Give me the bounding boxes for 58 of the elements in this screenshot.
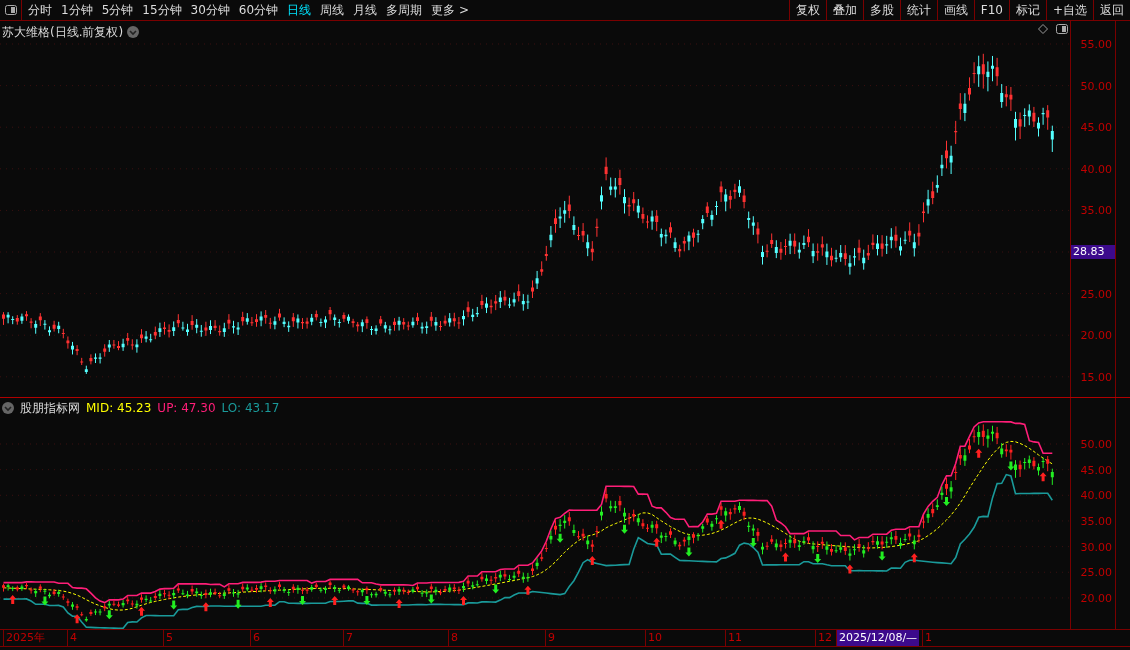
period-tab[interactable]: 月线 <box>353 1 378 19</box>
price-tag: 28.83 <box>1071 245 1115 259</box>
axis-label: 30.00 <box>1080 539 1112 556</box>
period-tab[interactable]: 1分钟 <box>61 1 93 19</box>
period-tab[interactable]: 60分钟 <box>238 1 279 19</box>
axis-label: 55.00 <box>1080 37 1112 53</box>
date-label: 8 <box>448 630 460 646</box>
date-label: 1 <box>922 630 934 646</box>
period-tab[interactable]: 多周期 <box>386 1 423 19</box>
axis-label: 15.00 <box>1080 369 1112 386</box>
toolbar-button[interactable]: 画线 <box>936 0 974 20</box>
axis-label: 25.00 <box>1080 565 1112 582</box>
period-tab[interactable]: 15分钟 <box>142 1 182 19</box>
axis-label: 50.00 <box>1080 437 1112 453</box>
axis-label: 40.00 <box>1080 161 1112 178</box>
period-tab[interactable]: 30分钟 <box>190 1 230 19</box>
period-tab[interactable]: 周线 <box>320 1 345 19</box>
date-label: 12 <box>815 630 834 646</box>
toolbar-button[interactable]: +自选 <box>1045 0 1093 20</box>
toolbar-button[interactable]: 多股 <box>862 0 900 20</box>
legend-value: LO: 43.17 <box>221 400 280 417</box>
diamond-icon[interactable] <box>1038 24 1048 34</box>
dropdown-icon[interactable] <box>2 402 14 414</box>
panel-toggle-icon[interactable] <box>4 5 17 15</box>
date-label: 11 <box>725 630 744 646</box>
legend-value: MID: 45.23 <box>86 400 152 417</box>
indicator-name: 股朋指标网 <box>20 400 80 417</box>
date-label: 9 <box>545 630 557 646</box>
legend-value: UP: 47.30 <box>157 400 216 417</box>
period-tab[interactable]: 日线 <box>287 1 312 19</box>
date-label: 4 <box>67 630 79 646</box>
toolbar-button[interactable]: 复权 <box>788 0 826 20</box>
axis-label: 20.00 <box>1080 590 1112 607</box>
toolbar-button[interactable]: 统计 <box>899 0 937 20</box>
axis-label: 40.00 <box>1080 488 1112 505</box>
axis-label: 50.00 <box>1080 78 1112 95</box>
date-label: 2025/12/08/— <box>836 630 920 646</box>
date-label: 2025年 <box>3 630 47 646</box>
toolbar-button[interactable]: 返回 <box>1093 0 1130 20</box>
more-button[interactable]: 更多 > <box>431 1 469 19</box>
axis-label: 35.00 <box>1080 513 1112 530</box>
axis-label: 45.00 <box>1080 462 1112 479</box>
date-label: 6 <box>250 630 262 646</box>
period-tab[interactable]: 分时 <box>28 1 52 19</box>
date-label: 5 <box>163 630 175 646</box>
stock-title: 苏大维格(日线.前复权) <box>2 24 124 41</box>
period-tab[interactable]: 5分钟 <box>101 1 134 19</box>
date-label: 7 <box>343 630 355 646</box>
axis-label: 35.00 <box>1080 203 1112 220</box>
dropdown-icon[interactable] <box>127 26 140 38</box>
toolbar-button[interactable]: 叠加 <box>825 0 863 20</box>
toolbar-button[interactable]: F10 <box>973 0 1009 20</box>
axis-label: 45.00 <box>1080 120 1112 137</box>
axis-label: 25.00 <box>1080 286 1112 303</box>
axis-label: 20.00 <box>1080 328 1112 345</box>
date-label: 10 <box>645 630 664 646</box>
toolbar-button[interactable]: 标记 <box>1008 0 1046 20</box>
panel-toggle-icon[interactable] <box>1056 24 1068 34</box>
